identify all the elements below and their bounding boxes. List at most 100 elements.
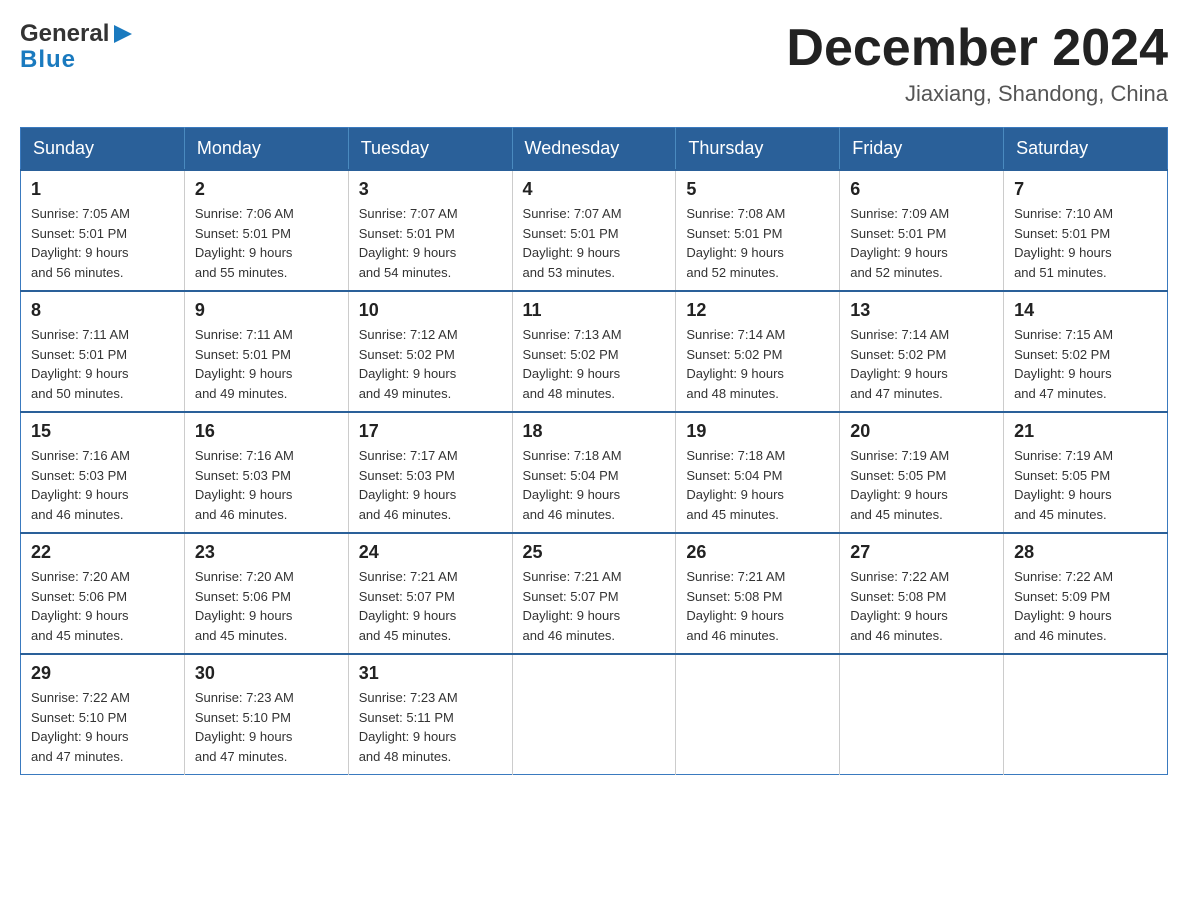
day-number: 3 — [359, 179, 502, 200]
day-number: 17 — [359, 421, 502, 442]
logo-blue-text: Blue — [20, 46, 76, 74]
day-info: Sunrise: 7:11 AMSunset: 5:01 PMDaylight:… — [195, 327, 293, 401]
day-info: Sunrise: 7:11 AMSunset: 5:01 PMDaylight:… — [31, 327, 129, 401]
calendar-empty-cell — [840, 654, 1004, 775]
day-number: 30 — [195, 663, 338, 684]
day-info: Sunrise: 7:14 AMSunset: 5:02 PMDaylight:… — [850, 327, 949, 401]
day-number: 1 — [31, 179, 174, 200]
calendar-day-cell: 25 Sunrise: 7:21 AMSunset: 5:07 PMDaylig… — [512, 533, 676, 654]
day-header-thursday: Thursday — [676, 128, 840, 171]
calendar-day-cell: 15 Sunrise: 7:16 AMSunset: 5:03 PMDaylig… — [21, 412, 185, 533]
day-info: Sunrise: 7:17 AMSunset: 5:03 PMDaylight:… — [359, 448, 458, 522]
day-info: Sunrise: 7:22 AMSunset: 5:10 PMDaylight:… — [31, 690, 130, 764]
day-info: Sunrise: 7:05 AMSunset: 5:01 PMDaylight:… — [31, 206, 130, 280]
calendar-week-row: 1 Sunrise: 7:05 AMSunset: 5:01 PMDayligh… — [21, 170, 1168, 291]
calendar-day-cell: 29 Sunrise: 7:22 AMSunset: 5:10 PMDaylig… — [21, 654, 185, 775]
day-info: Sunrise: 7:09 AMSunset: 5:01 PMDaylight:… — [850, 206, 949, 280]
day-header-monday: Monday — [184, 128, 348, 171]
logo-arrow-icon — [112, 23, 134, 45]
day-number: 19 — [686, 421, 829, 442]
day-info: Sunrise: 7:12 AMSunset: 5:02 PMDaylight:… — [359, 327, 458, 401]
calendar-week-row: 29 Sunrise: 7:22 AMSunset: 5:10 PMDaylig… — [21, 654, 1168, 775]
day-number: 23 — [195, 542, 338, 563]
day-header-tuesday: Tuesday — [348, 128, 512, 171]
day-number: 16 — [195, 421, 338, 442]
calendar-day-cell: 1 Sunrise: 7:05 AMSunset: 5:01 PMDayligh… — [21, 170, 185, 291]
logo-general-text: General — [20, 20, 109, 48]
title-section: December 2024 Jiaxiang, Shandong, China — [786, 20, 1168, 107]
day-number: 21 — [1014, 421, 1157, 442]
calendar-empty-cell — [512, 654, 676, 775]
day-info: Sunrise: 7:22 AMSunset: 5:09 PMDaylight:… — [1014, 569, 1113, 643]
day-number: 4 — [523, 179, 666, 200]
calendar-day-cell: 16 Sunrise: 7:16 AMSunset: 5:03 PMDaylig… — [184, 412, 348, 533]
day-number: 13 — [850, 300, 993, 321]
calendar-day-cell: 31 Sunrise: 7:23 AMSunset: 5:11 PMDaylig… — [348, 654, 512, 775]
calendar-day-cell: 7 Sunrise: 7:10 AMSunset: 5:01 PMDayligh… — [1004, 170, 1168, 291]
calendar-day-cell: 14 Sunrise: 7:15 AMSunset: 5:02 PMDaylig… — [1004, 291, 1168, 412]
calendar-day-cell: 4 Sunrise: 7:07 AMSunset: 5:01 PMDayligh… — [512, 170, 676, 291]
day-number: 26 — [686, 542, 829, 563]
day-header-friday: Friday — [840, 128, 1004, 171]
day-info: Sunrise: 7:07 AMSunset: 5:01 PMDaylight:… — [359, 206, 458, 280]
day-info: Sunrise: 7:21 AMSunset: 5:07 PMDaylight:… — [523, 569, 622, 643]
day-info: Sunrise: 7:21 AMSunset: 5:07 PMDaylight:… — [359, 569, 458, 643]
day-info: Sunrise: 7:16 AMSunset: 5:03 PMDaylight:… — [195, 448, 294, 522]
calendar-day-cell: 20 Sunrise: 7:19 AMSunset: 5:05 PMDaylig… — [840, 412, 1004, 533]
calendar-day-cell: 6 Sunrise: 7:09 AMSunset: 5:01 PMDayligh… — [840, 170, 1004, 291]
day-number: 12 — [686, 300, 829, 321]
day-number: 24 — [359, 542, 502, 563]
day-number: 8 — [31, 300, 174, 321]
day-info: Sunrise: 7:08 AMSunset: 5:01 PMDaylight:… — [686, 206, 785, 280]
day-number: 31 — [359, 663, 502, 684]
day-number: 29 — [31, 663, 174, 684]
day-info: Sunrise: 7:19 AMSunset: 5:05 PMDaylight:… — [850, 448, 949, 522]
day-info: Sunrise: 7:23 AMSunset: 5:11 PMDaylight:… — [359, 690, 458, 764]
calendar-day-cell: 8 Sunrise: 7:11 AMSunset: 5:01 PMDayligh… — [21, 291, 185, 412]
day-info: Sunrise: 7:16 AMSunset: 5:03 PMDaylight:… — [31, 448, 130, 522]
calendar-day-cell: 21 Sunrise: 7:19 AMSunset: 5:05 PMDaylig… — [1004, 412, 1168, 533]
day-number: 15 — [31, 421, 174, 442]
calendar-day-cell: 26 Sunrise: 7:21 AMSunset: 5:08 PMDaylig… — [676, 533, 840, 654]
calendar-day-cell: 30 Sunrise: 7:23 AMSunset: 5:10 PMDaylig… — [184, 654, 348, 775]
calendar-day-cell: 13 Sunrise: 7:14 AMSunset: 5:02 PMDaylig… — [840, 291, 1004, 412]
calendar-day-cell: 9 Sunrise: 7:11 AMSunset: 5:01 PMDayligh… — [184, 291, 348, 412]
calendar-day-cell: 10 Sunrise: 7:12 AMSunset: 5:02 PMDaylig… — [348, 291, 512, 412]
calendar-day-cell: 2 Sunrise: 7:06 AMSunset: 5:01 PMDayligh… — [184, 170, 348, 291]
day-number: 7 — [1014, 179, 1157, 200]
day-info: Sunrise: 7:07 AMSunset: 5:01 PMDaylight:… — [523, 206, 622, 280]
calendar-day-cell: 3 Sunrise: 7:07 AMSunset: 5:01 PMDayligh… — [348, 170, 512, 291]
calendar-day-cell: 19 Sunrise: 7:18 AMSunset: 5:04 PMDaylig… — [676, 412, 840, 533]
day-number: 28 — [1014, 542, 1157, 563]
day-info: Sunrise: 7:06 AMSunset: 5:01 PMDaylight:… — [195, 206, 294, 280]
calendar-day-cell: 5 Sunrise: 7:08 AMSunset: 5:01 PMDayligh… — [676, 170, 840, 291]
calendar-day-cell: 18 Sunrise: 7:18 AMSunset: 5:04 PMDaylig… — [512, 412, 676, 533]
day-number: 10 — [359, 300, 502, 321]
day-info: Sunrise: 7:23 AMSunset: 5:10 PMDaylight:… — [195, 690, 294, 764]
calendar-week-row: 8 Sunrise: 7:11 AMSunset: 5:01 PMDayligh… — [21, 291, 1168, 412]
day-header-wednesday: Wednesday — [512, 128, 676, 171]
calendar-day-cell: 28 Sunrise: 7:22 AMSunset: 5:09 PMDaylig… — [1004, 533, 1168, 654]
day-info: Sunrise: 7:21 AMSunset: 5:08 PMDaylight:… — [686, 569, 785, 643]
logo: General Blue — [20, 20, 134, 74]
day-number: 6 — [850, 179, 993, 200]
day-info: Sunrise: 7:20 AMSunset: 5:06 PMDaylight:… — [31, 569, 130, 643]
calendar-empty-cell — [676, 654, 840, 775]
calendar-week-row: 15 Sunrise: 7:16 AMSunset: 5:03 PMDaylig… — [21, 412, 1168, 533]
day-number: 14 — [1014, 300, 1157, 321]
calendar-day-cell: 27 Sunrise: 7:22 AMSunset: 5:08 PMDaylig… — [840, 533, 1004, 654]
day-number: 2 — [195, 179, 338, 200]
calendar-empty-cell — [1004, 654, 1168, 775]
day-info: Sunrise: 7:18 AMSunset: 5:04 PMDaylight:… — [523, 448, 622, 522]
location: Jiaxiang, Shandong, China — [786, 81, 1168, 107]
day-header-sunday: Sunday — [21, 128, 185, 171]
day-info: Sunrise: 7:15 AMSunset: 5:02 PMDaylight:… — [1014, 327, 1113, 401]
day-number: 25 — [523, 542, 666, 563]
day-number: 27 — [850, 542, 993, 563]
day-info: Sunrise: 7:20 AMSunset: 5:06 PMDaylight:… — [195, 569, 294, 643]
day-number: 11 — [523, 300, 666, 321]
calendar-week-row: 22 Sunrise: 7:20 AMSunset: 5:06 PMDaylig… — [21, 533, 1168, 654]
calendar-day-cell: 11 Sunrise: 7:13 AMSunset: 5:02 PMDaylig… — [512, 291, 676, 412]
day-info: Sunrise: 7:14 AMSunset: 5:02 PMDaylight:… — [686, 327, 785, 401]
day-number: 9 — [195, 300, 338, 321]
